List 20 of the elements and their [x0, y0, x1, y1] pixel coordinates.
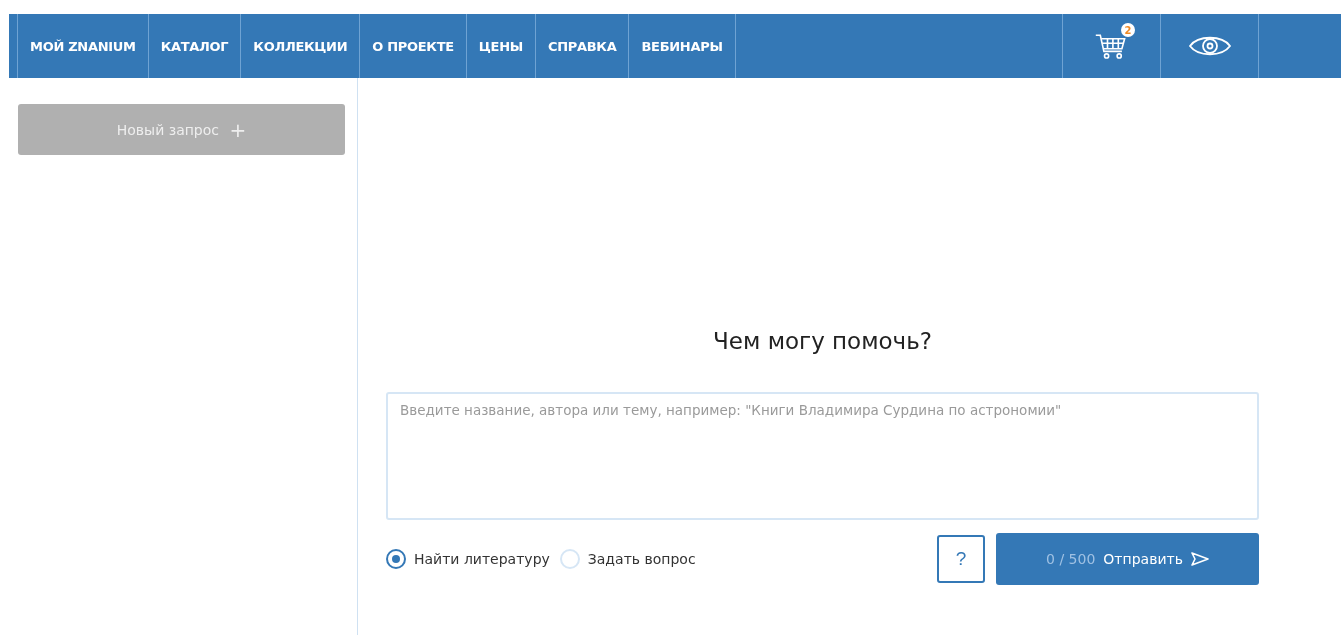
heading: Чем могу помочь? — [712, 328, 933, 354]
mode-option[interactable]: Задать вопрос — [559, 549, 696, 569]
nav-link[interactable]: ВЕБИНАРЫ — [629, 14, 736, 78]
nav-link[interactable]: КАТАЛОГ — [148, 14, 242, 78]
send-button[interactable]: 0 / 500 Отправить — [996, 533, 1259, 585]
cart-count-badge: 2 — [1121, 23, 1135, 37]
mode-option[interactable]: Найти литературу — [386, 549, 550, 569]
nav-link[interactable]: МОЙ ZNANIUM — [18, 14, 149, 78]
nav-link[interactable]: СПРАВКА — [535, 14, 630, 78]
nav-link[interactable]: КОЛЛЕКЦИИ — [241, 14, 361, 78]
option-label: Задать вопрос — [587, 551, 696, 567]
query-field[interactable]: Введите название, автора или тему, например: "Книги Владимира Сурдина по астрономии" — [386, 392, 1259, 520]
help-button[interactable]: ? — [937, 535, 985, 583]
nav-link[interactable]: О ПРОЕКТЕ — [360, 14, 467, 78]
nav-link[interactable]: ЦЕНЫ — [466, 14, 536, 78]
option-label: Найти литературу — [414, 551, 550, 567]
send-icon — [1190, 552, 1209, 566]
cart-button[interactable]: 2 — [1062, 14, 1160, 78]
plus-icon: + — [229, 117, 247, 142]
radio-button[interactable] — [386, 549, 406, 569]
